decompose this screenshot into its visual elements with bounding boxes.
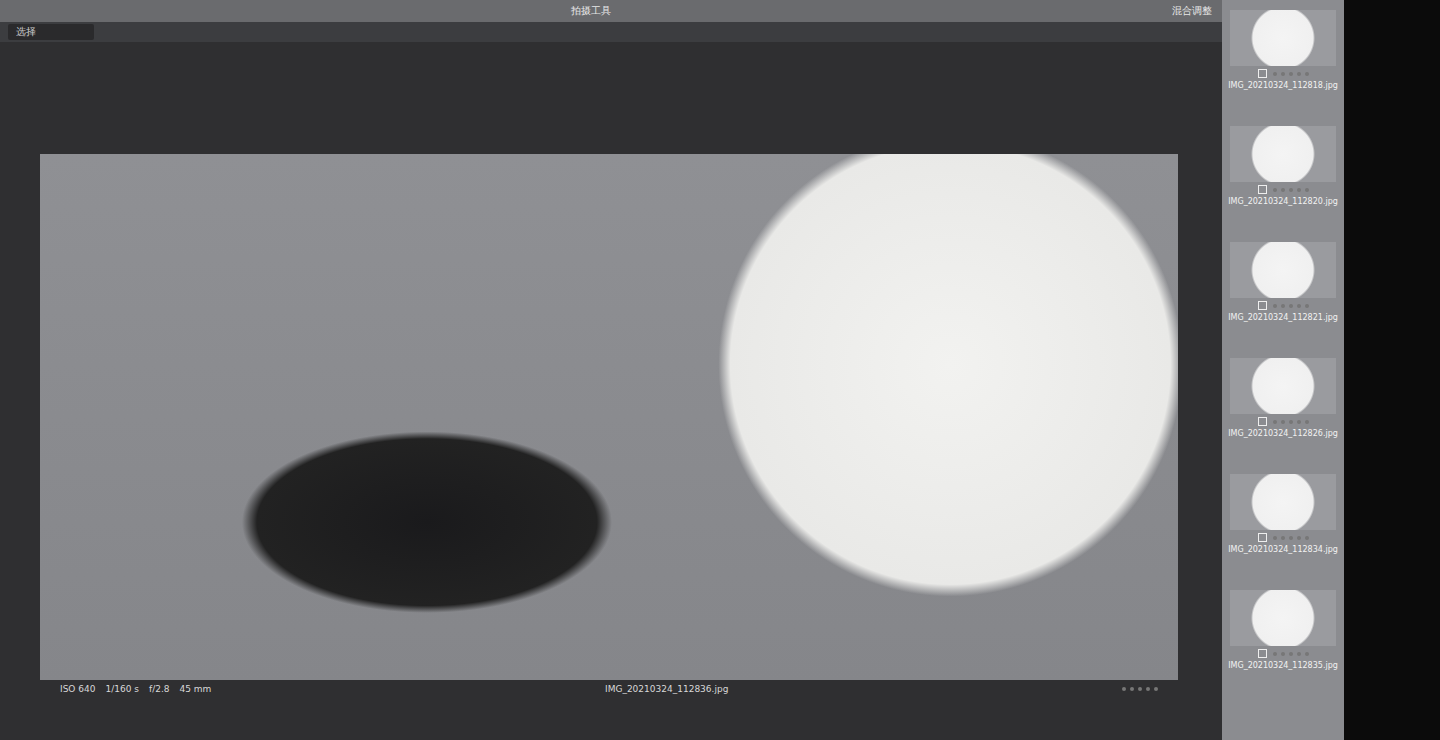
rating-stars[interactable] — [1273, 304, 1309, 308]
star-icon[interactable] — [1289, 652, 1293, 656]
star-icon[interactable] — [1305, 188, 1309, 192]
star-icon[interactable] — [1289, 536, 1293, 540]
star-icon[interactable] — [1281, 420, 1285, 424]
star-icon[interactable] — [1122, 687, 1126, 691]
star-icon[interactable] — [1273, 536, 1277, 540]
star-icon[interactable] — [1289, 188, 1293, 192]
thumb-filename: IMG_20210324_112818.jpg — [1228, 81, 1338, 90]
star-icon[interactable] — [1289, 72, 1293, 76]
select-checkbox[interactable] — [1258, 649, 1267, 658]
viewer: ISO 640 1/160 s f/2.8 45 mm IMG_20210324_112… — [0, 42, 1222, 740]
filmstrip-item[interactable]: IMG_20210324_112820.jpg — [1226, 122, 1340, 234]
thumb-meta — [1258, 69, 1309, 78]
filmstrip-item[interactable]: IMG_20210324_112818.jpg — [1226, 6, 1340, 118]
thumbnail[interactable] — [1230, 590, 1336, 646]
select-checkbox[interactable] — [1258, 417, 1267, 426]
thumbnail[interactable] — [1230, 242, 1336, 298]
screen-bezel — [1344, 0, 1440, 740]
thumbnail[interactable] — [1230, 358, 1336, 414]
star-icon[interactable] — [1281, 304, 1285, 308]
thumb-meta — [1258, 649, 1309, 658]
main-panel: 拍摄工具 混合调整选择 ISO 640 1/160 s f/2.8 45 mm IMG_20… — [0, 0, 1222, 740]
select-checkbox[interactable] — [1258, 301, 1267, 310]
thumb-filename: IMG_20210324_112834.jpg — [1228, 545, 1338, 554]
filmstrip-item[interactable]: IMG_20210324_112835.jpg — [1226, 586, 1340, 698]
rating-stars[interactable] — [1273, 652, 1309, 656]
thumbnail[interactable] — [1230, 126, 1336, 182]
thumb-meta — [1258, 301, 1309, 310]
thumb-filename: IMG_20210324_112820.jpg — [1228, 197, 1338, 206]
star-icon[interactable] — [1297, 304, 1301, 308]
thumbnail[interactable] — [1230, 10, 1336, 66]
thumbnail[interactable] — [1230, 474, 1336, 530]
thumb-filename: IMG_20210324_112821.jpg — [1228, 313, 1338, 322]
star-icon[interactable] — [1297, 72, 1301, 76]
mode-label[interactable]: 混合调整 — [1172, 4, 1212, 18]
select-field[interactable]: 选择 — [8, 24, 94, 40]
star-icon[interactable] — [1297, 652, 1301, 656]
star-icon[interactable] — [1273, 72, 1277, 76]
rating-stars[interactable] — [1273, 188, 1309, 192]
star-icon[interactable] — [1154, 687, 1158, 691]
star-icon[interactable] — [1297, 188, 1301, 192]
exif-value: 45 mm — [180, 684, 212, 694]
rating-stars[interactable] — [1273, 536, 1309, 540]
filmstrip-item[interactable]: IMG_20210324_112821.jpg — [1226, 238, 1340, 350]
star-icon[interactable] — [1273, 188, 1277, 192]
thumb-filename: IMG_20210324_112835.jpg — [1228, 661, 1338, 670]
rating-stars[interactable] — [1273, 72, 1309, 76]
star-icon[interactable] — [1138, 687, 1142, 691]
exif-value: ISO 640 — [60, 684, 96, 694]
star-icon[interactable] — [1305, 420, 1309, 424]
star-icon[interactable] — [1146, 687, 1150, 691]
thumb-meta — [1258, 533, 1309, 542]
exif-value: 1/160 s — [106, 684, 140, 694]
rating-stars[interactable] — [1122, 687, 1158, 691]
star-icon[interactable] — [1297, 536, 1301, 540]
exif-info: ISO 640 1/160 s f/2.8 45 mm — [60, 684, 211, 694]
star-icon[interactable] — [1273, 652, 1277, 656]
star-icon[interactable] — [1281, 188, 1285, 192]
star-icon[interactable] — [1305, 72, 1309, 76]
select-checkbox[interactable] — [1258, 69, 1267, 78]
toolbar-title: 拍摄工具 — [571, 4, 611, 18]
thumb-meta — [1258, 185, 1309, 194]
rating-stars[interactable] — [1273, 420, 1309, 424]
thumb-filename: IMG_20210324_112826.jpg — [1228, 429, 1338, 438]
toolbar: 拍摄工具 混合调整 — [0, 0, 1222, 22]
filmstrip-item[interactable]: IMG_20210324_112826.jpg — [1226, 354, 1340, 466]
star-icon[interactable] — [1273, 420, 1277, 424]
sub-toolbar: 选择 — [0, 22, 1222, 42]
main-photo — [40, 154, 1178, 680]
info-bar: ISO 640 1/160 s f/2.8 45 mm IMG_20210324_112… — [40, 680, 1178, 694]
select-checkbox[interactable] — [1258, 185, 1267, 194]
star-icon[interactable] — [1281, 72, 1285, 76]
star-icon[interactable] — [1289, 420, 1293, 424]
exif-value: f/2.8 — [149, 684, 170, 694]
thumb-meta — [1258, 417, 1309, 426]
star-icon[interactable] — [1289, 304, 1293, 308]
star-icon[interactable] — [1130, 687, 1134, 691]
star-icon[interactable] — [1281, 652, 1285, 656]
star-icon[interactable] — [1281, 536, 1285, 540]
select-checkbox[interactable] — [1258, 533, 1267, 542]
star-icon[interactable] — [1305, 652, 1309, 656]
star-icon[interactable] — [1305, 304, 1309, 308]
filmstrip-item[interactable]: IMG_20210324_112834.jpg — [1226, 470, 1340, 582]
filename: IMG_20210324_112836.jpg — [605, 684, 728, 694]
star-icon[interactable] — [1273, 304, 1277, 308]
star-icon[interactable] — [1305, 536, 1309, 540]
star-icon[interactable] — [1297, 420, 1301, 424]
filmstrip: IMG_20210324_112818.jpg IMG_20210324_1128… — [1222, 0, 1344, 740]
